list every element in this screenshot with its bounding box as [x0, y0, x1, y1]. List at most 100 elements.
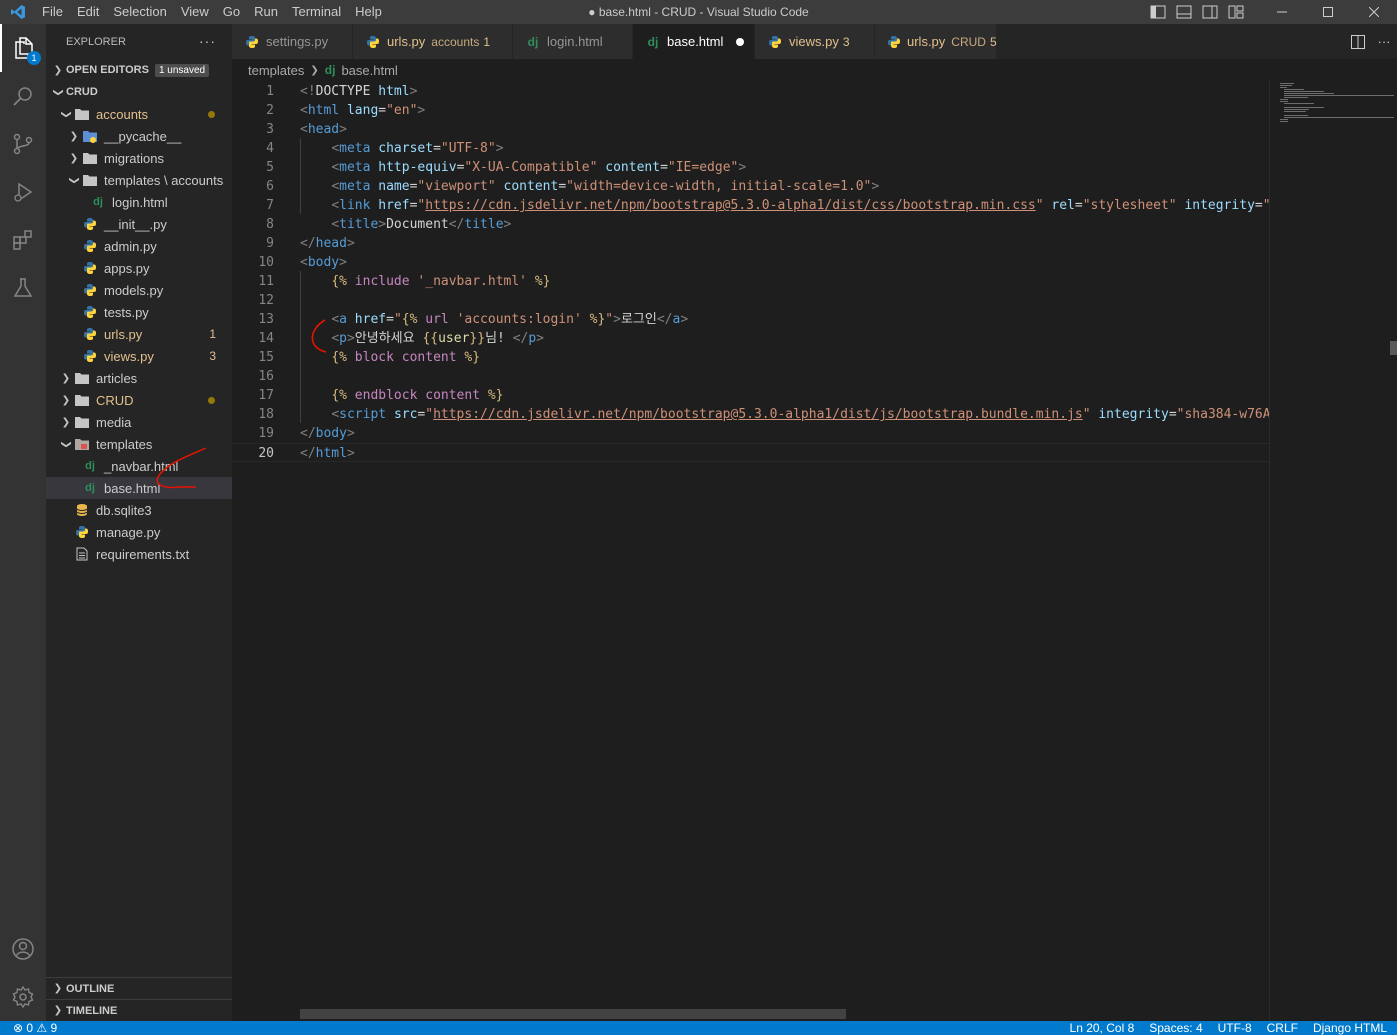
search-icon[interactable]	[0, 72, 46, 120]
code-line-18[interactable]: 18 <script src = "https://cdn.jsdelivr.net…	[232, 405, 1269, 424]
encoding[interactable]: UTF-8	[1218, 1021, 1252, 1035]
token: "UTF-8"	[440, 141, 496, 156]
more-actions-icon[interactable]: ···	[199, 33, 216, 49]
tree-item-templates-accounts[interactable]: ❯ templates \ accounts	[46, 169, 232, 191]
problems-indicator[interactable]: ⊗ 0 ⚠ 9	[0, 1021, 57, 1035]
tree-item-urls-py[interactable]: urls.py 1	[46, 323, 232, 345]
minimap[interactable]	[1269, 81, 1397, 1021]
split-editor-icon[interactable]	[1345, 34, 1371, 49]
code-line-1[interactable]: 1 <!DOCTYPE html>	[232, 82, 1269, 101]
outline-section[interactable]: ❯ OUTLINE	[46, 977, 232, 999]
explorer-icon[interactable]: 1	[0, 24, 46, 72]
code-editor[interactable]: 1 <!DOCTYPE html> 2 <html lang="en"> 3 <head>…	[232, 81, 1269, 1021]
tree-item-db-sqlite3[interactable]: db.sqlite3	[46, 499, 232, 521]
more-actions-icon[interactable]: ···	[1371, 34, 1397, 49]
menu-item-edit[interactable]: Edit	[70, 0, 106, 24]
code-line-17[interactable]: 17 {% endblock content %}	[232, 386, 1269, 405]
code-line-4[interactable]: 4 <meta charset="UTF-8">	[232, 139, 1269, 158]
menu-item-selection[interactable]: Selection	[106, 0, 173, 24]
code-line-10[interactable]: 10 <body>	[232, 253, 1269, 272]
extensions-icon[interactable]	[0, 216, 46, 264]
vertical-scrollbar[interactable]	[1390, 341, 1397, 355]
code-line-20[interactable]: 20 </html>	[232, 443, 1269, 462]
indentation[interactable]: Spaces: 4	[1149, 1021, 1202, 1035]
tree-item-label: db.sqlite3	[96, 502, 152, 518]
menu-item-terminal[interactable]: Terminal	[285, 0, 348, 24]
token: html	[378, 84, 410, 99]
toggle-primary-sidebar-icon[interactable]	[1145, 0, 1171, 24]
workspace-root-section[interactable]: ❯ CRUD	[46, 81, 232, 103]
tree-item-accounts[interactable]: ❯ accounts	[46, 103, 232, 125]
explorer-sidebar: EXPLORER ··· ❯ OPEN EDITORS 1 unsaved ❯ …	[46, 24, 232, 1021]
code-line-12[interactable]: 12	[232, 291, 1269, 310]
tree-item-articles[interactable]: ❯ articles	[46, 367, 232, 389]
tab-login-html[interactable]: dj login.html	[513, 24, 633, 59]
toggle-secondary-sidebar-icon[interactable]	[1197, 0, 1223, 24]
tree-item-models-py[interactable]: models.py	[46, 279, 232, 301]
tab-urls-py-crud[interactable]: urls.py CRUD 5	[875, 24, 997, 59]
run-debug-icon[interactable]	[0, 168, 46, 216]
tree-item-tests-py[interactable]: tests.py	[46, 301, 232, 323]
tree-item-pycache[interactable]: ❯ __pycache__	[46, 125, 232, 147]
menu-item-help[interactable]: Help	[348, 0, 389, 24]
code-line-5[interactable]: 5 <meta http-equiv = "X-UA-Compatible" con…	[232, 158, 1269, 177]
tree-item-templates[interactable]: ❯ templates	[46, 433, 232, 455]
tree-item-login-html[interactable]: dj login.html	[46, 191, 232, 213]
minimize-icon[interactable]	[1259, 0, 1305, 24]
cursor-position[interactable]: Ln 20, Col 8	[1070, 1021, 1135, 1035]
vscode-logo-icon	[0, 0, 35, 24]
menu-item-file[interactable]: File	[35, 0, 70, 24]
code-line-19[interactable]: 19 </body>	[232, 424, 1269, 443]
maximize-icon[interactable]	[1305, 0, 1351, 24]
tree-item-label: media	[96, 414, 132, 430]
code-line-13[interactable]: 13 <a href="{% url 'accounts:login' %}">…	[232, 310, 1269, 329]
breadcrumb-file[interactable]: base.html	[341, 63, 397, 78]
tree-item-crud[interactable]: ❯ CRUD	[46, 389, 232, 411]
tree-item-base-html[interactable]: dj base.html	[46, 477, 232, 499]
tree-item-views-py[interactable]: views.py 3	[46, 345, 232, 367]
tree-item-init-py[interactable]: __init__.py	[46, 213, 232, 235]
code-line-6[interactable]: 6 <meta name="viewport" content="width=d…	[232, 177, 1269, 196]
code-line-9[interactable]: 9 </head>	[232, 234, 1269, 253]
settings-gear-icon[interactable]	[0, 973, 46, 1021]
code-line-2[interactable]: 2 <html lang="en">	[232, 101, 1269, 120]
menu-item-view[interactable]: View	[174, 0, 216, 24]
end-of-line[interactable]: CRLF	[1267, 1021, 1298, 1035]
code-line-7[interactable]: 7 <link href = "https://cdn.jsdelivr.net/n…	[232, 196, 1269, 215]
language-mode[interactable]: Django HTML	[1313, 1021, 1387, 1035]
token: %}	[589, 312, 606, 327]
open-editors-section[interactable]: ❯ OPEN EDITORS 1 unsaved	[46, 59, 232, 81]
code-line-16[interactable]: 16	[232, 367, 1269, 386]
testing-flask-icon[interactable]	[0, 264, 46, 312]
line-content: {% block content %}	[300, 348, 480, 367]
tab-label: urls.py	[907, 34, 946, 49]
customize-layout-icon[interactable]	[1223, 0, 1249, 24]
tab-base-html[interactable]: dj base.html	[633, 24, 755, 59]
tree-item-migrations[interactable]: ❯ migrations	[46, 147, 232, 169]
source-control-icon[interactable]	[0, 120, 46, 168]
tree-item-apps-py[interactable]: apps.py	[46, 257, 232, 279]
menu-item-go[interactable]: Go	[216, 0, 247, 24]
toggle-panel-icon[interactable]	[1171, 0, 1197, 24]
breadcrumb-folder[interactable]: templates	[248, 63, 304, 78]
tree-item-admin-py[interactable]: admin.py	[46, 235, 232, 257]
tree-item-media[interactable]: ❯ media	[46, 411, 232, 433]
tree-item-manage-py[interactable]: manage.py	[46, 521, 232, 543]
tab-views-py[interactable]: views.py 3	[755, 24, 875, 59]
code-line-14[interactable]: 14 <p>안녕하세요 {{user}}님! </p>	[232, 329, 1269, 348]
accounts-icon[interactable]	[0, 925, 46, 973]
unsaved-dot-icon[interactable]	[736, 38, 744, 46]
code-line-8[interactable]: 8 <title>Document</title>	[232, 215, 1269, 234]
tab-urls-py-accounts[interactable]: urls.py accounts 1	[353, 24, 513, 59]
menu-item-run[interactable]: Run	[247, 0, 285, 24]
tab-settings-py[interactable]: settings.py	[232, 24, 353, 59]
close-window-icon[interactable]	[1351, 0, 1397, 24]
timeline-section[interactable]: ❯ TIMELINE	[46, 999, 232, 1021]
tree-item-navbar-html[interactable]: dj _navbar.html	[46, 455, 232, 477]
code-line-11[interactable]: 11 {% include '_navbar.html' %}	[232, 272, 1269, 291]
code-line-15[interactable]: 15 {% block content %}	[232, 348, 1269, 367]
tree-item-requirements-txt[interactable]: requirements.txt	[46, 543, 232, 565]
code-line-3[interactable]: 3 <head>	[232, 120, 1269, 139]
horizontal-scrollbar[interactable]	[300, 1009, 846, 1019]
activity-bar: 1	[0, 24, 46, 1021]
